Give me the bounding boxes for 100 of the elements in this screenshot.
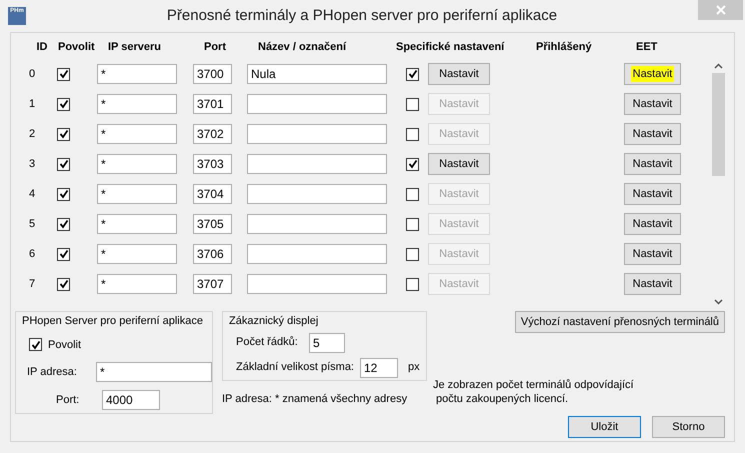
scroll-up-icon xyxy=(714,63,723,69)
name-field[interactable] xyxy=(247,214,387,234)
license-note: počtu zakoupených licencí. xyxy=(436,392,570,406)
name-field[interactable] xyxy=(247,94,387,114)
ip-field[interactable]: * xyxy=(97,274,177,294)
ip-address-field[interactable]: * xyxy=(96,362,212,382)
checkbox[interactable] xyxy=(406,68,419,80)
ip-field[interactable]: * xyxy=(97,214,177,234)
checkbox[interactable] xyxy=(57,98,70,110)
settings-button[interactable]: Nastavit xyxy=(428,63,490,85)
font-size-field[interactable]: 12 xyxy=(360,358,398,378)
check-icon xyxy=(408,69,418,79)
field-label: IP adresa: xyxy=(27,364,78,380)
rows-field[interactable]: 5 xyxy=(309,332,345,352)
checkbox[interactable] xyxy=(57,188,70,200)
name-field[interactable] xyxy=(247,154,387,174)
checkbox[interactable] xyxy=(57,278,70,290)
port-field[interactable]: 3704 xyxy=(193,184,232,204)
row-id: 6 xyxy=(28,246,36,262)
ip-field[interactable]: * xyxy=(97,94,177,114)
close-icon xyxy=(716,5,726,15)
eet-settings-button[interactable]: Nastavit xyxy=(624,123,681,145)
checkbox-label: Povolit xyxy=(48,338,82,352)
window-title: Přenosné terminály a PHopen server pro periferní aplikace xyxy=(166,6,558,26)
port-field[interactable]: 3701 xyxy=(193,94,232,114)
scroll-down-icon xyxy=(714,299,723,305)
column-header: Specifické nastavení xyxy=(396,40,506,55)
checkbox[interactable] xyxy=(57,158,70,170)
column-header: Port xyxy=(204,40,227,55)
check-icon xyxy=(58,159,68,169)
row-id: 0 xyxy=(28,66,36,82)
port-field[interactable]: 3702 xyxy=(193,124,232,144)
eet-settings-button[interactable]: Nastavit xyxy=(624,93,681,115)
checkbox[interactable] xyxy=(57,128,70,140)
field-label: Port: xyxy=(56,392,80,408)
group-title: PHopen Server pro periferní aplikace xyxy=(22,314,204,329)
eet-settings-button[interactable]: Nastavit xyxy=(624,213,681,235)
checkbox[interactable] xyxy=(406,248,419,260)
checkbox[interactable] xyxy=(406,98,419,110)
name-field[interactable]: Nula xyxy=(247,64,387,84)
checkbox[interactable] xyxy=(57,218,70,230)
column-header: IP serveru xyxy=(108,40,162,55)
checkbox[interactable] xyxy=(406,158,419,170)
checkbox[interactable] xyxy=(406,128,419,140)
column-header: ID xyxy=(36,40,48,55)
name-field[interactable] xyxy=(247,274,387,294)
settings-button[interactable]: Nastavit xyxy=(428,153,490,175)
save-button[interactable]: Uložit xyxy=(568,416,641,438)
license-note: Je zobrazen počet terminálů odpovídající xyxy=(433,378,635,392)
ip-field[interactable]: * xyxy=(97,154,177,174)
eet-settings-button[interactable]: Nastavit xyxy=(624,243,681,265)
checkbox[interactable] xyxy=(57,248,70,260)
row-id: 7 xyxy=(28,276,36,292)
check-icon xyxy=(58,249,68,259)
field-label: Základní velikost písma: xyxy=(236,360,354,376)
eet-settings-button[interactable]: Nastavit xyxy=(624,183,681,205)
unit-label: px xyxy=(408,360,420,376)
port-field[interactable]: 3703 xyxy=(193,154,232,174)
ip-note: IP adresa: * znamená všechny adresy xyxy=(222,392,408,407)
row-id: 4 xyxy=(28,186,36,202)
eet-settings-button[interactable]: Nastavit xyxy=(624,63,681,85)
name-field[interactable] xyxy=(247,124,387,144)
column-header: Název / označení xyxy=(258,40,348,55)
check-icon xyxy=(58,219,68,229)
row-id: 3 xyxy=(28,156,36,172)
column-header: Přihlášený xyxy=(536,40,593,55)
check-icon xyxy=(58,189,68,199)
ip-field[interactable]: * xyxy=(97,64,177,84)
eet-settings-button[interactable]: Nastavit xyxy=(624,273,681,295)
default-settings-button[interactable]: Výchozí nastavení přenosných terminálů xyxy=(514,311,725,333)
name-field[interactable] xyxy=(247,244,387,264)
port-field[interactable]: 3700 xyxy=(193,64,232,84)
cancel-button[interactable]: Storno xyxy=(652,416,725,438)
ip-field[interactable]: * xyxy=(97,124,177,144)
check-icon xyxy=(58,129,68,139)
field-label: Počet řádků: xyxy=(236,335,299,350)
check-icon xyxy=(408,159,418,169)
check-icon xyxy=(58,279,68,289)
checkbox[interactable] xyxy=(406,218,419,230)
row-id: 1 xyxy=(28,96,36,112)
row-id: 5 xyxy=(28,216,36,232)
column-header: Povolit xyxy=(58,40,96,55)
port-field[interactable]: 3707 xyxy=(193,274,232,294)
checkbox[interactable] xyxy=(29,338,42,352)
ip-field[interactable]: * xyxy=(97,244,177,264)
name-field[interactable] xyxy=(247,184,387,204)
column-header: EET xyxy=(636,40,658,55)
scroll-thumb[interactable] xyxy=(712,73,725,176)
check-icon xyxy=(58,69,68,79)
eet-settings-button[interactable]: Nastavit xyxy=(624,153,681,175)
check-icon xyxy=(58,99,68,109)
checkbox[interactable] xyxy=(406,278,419,290)
port-field[interactable]: 3706 xyxy=(193,244,232,264)
group-title: Zákaznický displej xyxy=(229,314,320,329)
port-field[interactable]: 4000 xyxy=(102,390,160,410)
checkbox[interactable] xyxy=(57,68,70,80)
checkbox[interactable] xyxy=(406,188,419,200)
row-id: 2 xyxy=(28,126,36,142)
ip-field[interactable]: * xyxy=(97,184,177,204)
port-field[interactable]: 3705 xyxy=(193,214,232,234)
